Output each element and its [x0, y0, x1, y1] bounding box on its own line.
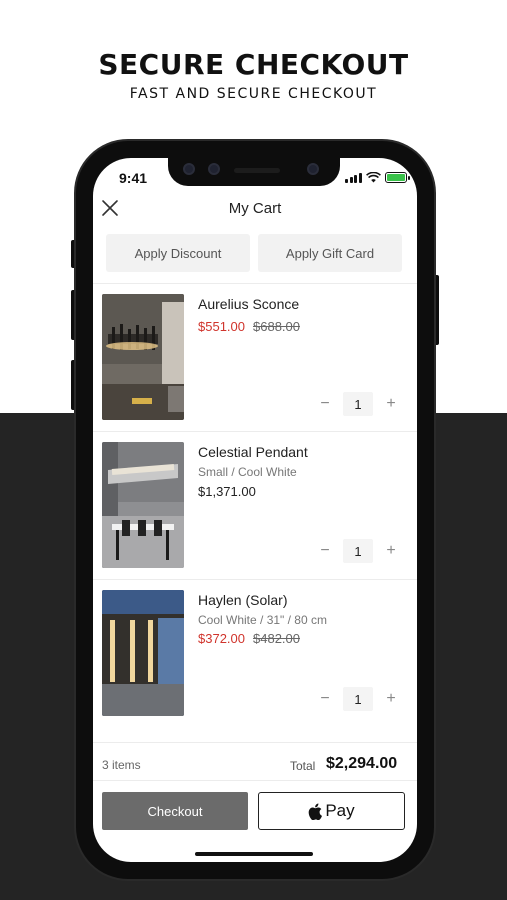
compare-price: $688.00 — [253, 319, 300, 334]
quantity-stepper: − 1 + — [318, 538, 398, 564]
sale-price: $551.00 — [198, 319, 245, 334]
battery-icon — [384, 172, 410, 183]
quantity-value[interactable]: 1 — [343, 687, 373, 711]
product-name[interactable]: Haylen (Solar) — [198, 592, 287, 608]
product-image-aurelius-sconce[interactable] — [102, 294, 184, 420]
product-price: $1,371.00 — [198, 484, 256, 499]
price-row: $372.00 $482.00 — [198, 631, 300, 646]
proximity-sensor — [307, 163, 319, 175]
page-title: My Cart — [228, 200, 282, 217]
home-indicator[interactable] — [195, 852, 313, 856]
product-name[interactable]: Celestial Pendant — [198, 444, 308, 460]
promo-subheadline: FAST AND SECURE CHECKOUT — [129, 86, 378, 102]
product-name[interactable]: Aurelius Sconce — [198, 296, 299, 312]
apply-discount-button[interactable]: Apply Discount — [106, 234, 250, 272]
divider — [93, 780, 417, 781]
status-time: 9:41 — [119, 170, 148, 186]
plus-icon[interactable]: + — [384, 691, 398, 707]
divider — [93, 742, 417, 743]
divider — [93, 579, 417, 580]
price-row: $551.00 $688.00 — [198, 319, 300, 334]
compare-price: $482.00 — [253, 631, 300, 646]
phone-power-button — [434, 275, 439, 345]
quantity-value[interactable]: 1 — [343, 392, 373, 416]
plus-icon[interactable]: + — [384, 396, 398, 412]
apply-gift-card-button[interactable]: Apply Gift Card — [258, 234, 402, 272]
plus-icon[interactable]: + — [384, 543, 398, 559]
checkout-button[interactable]: Checkout — [102, 792, 248, 830]
wifi-icon — [365, 172, 381, 183]
divider — [93, 283, 417, 284]
apple-pay-label: Pay — [325, 801, 355, 820]
cellular-signal-icon — [345, 172, 362, 183]
minus-icon[interactable]: − — [318, 396, 332, 412]
apple-pay-button[interactable]: Pay — [258, 792, 405, 830]
product-variant: Small / Cool White — [198, 465, 297, 479]
product-image-haylen-solar[interactable] — [102, 590, 184, 716]
minus-icon[interactable]: − — [318, 691, 332, 707]
quantity-stepper: − 1 + — [318, 686, 398, 712]
earpiece-speaker — [234, 168, 280, 173]
minus-icon[interactable]: − — [318, 543, 332, 559]
product-variant: Cool White / 31" / 80 cm — [198, 613, 327, 627]
apple-logo-icon — [309, 803, 323, 820]
quantity-stepper: − 1 + — [318, 391, 398, 417]
status-icons — [345, 172, 410, 183]
sale-price: $372.00 — [198, 631, 245, 646]
quantity-value[interactable]: 1 — [343, 539, 373, 563]
divider — [93, 431, 417, 432]
promo-headline: SECURE CHECKOUT — [98, 48, 409, 81]
product-image-celestial-pendant[interactable] — [102, 442, 184, 568]
face-id-sensor — [208, 163, 220, 175]
total-label: Total — [290, 759, 316, 773]
front-camera — [183, 163, 195, 175]
item-count: 3 items — [102, 758, 141, 772]
total-amount: $2,294.00 — [326, 755, 398, 772]
price-row: $1,371.00 — [198, 484, 256, 499]
